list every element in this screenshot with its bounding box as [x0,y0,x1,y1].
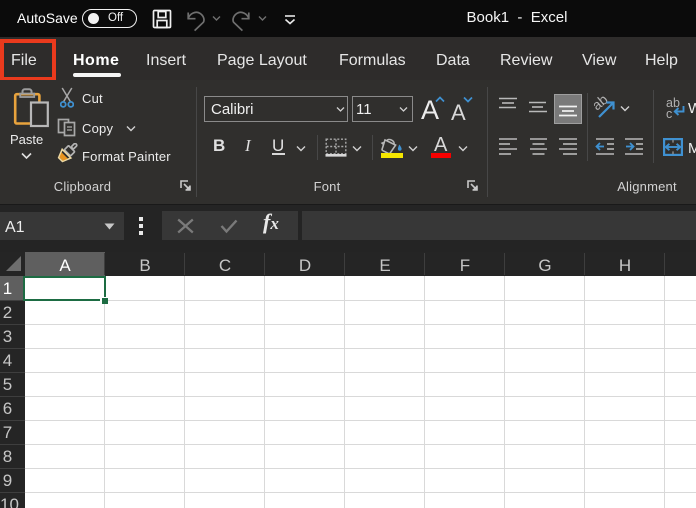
svg-text:ab: ab [594,95,611,113]
